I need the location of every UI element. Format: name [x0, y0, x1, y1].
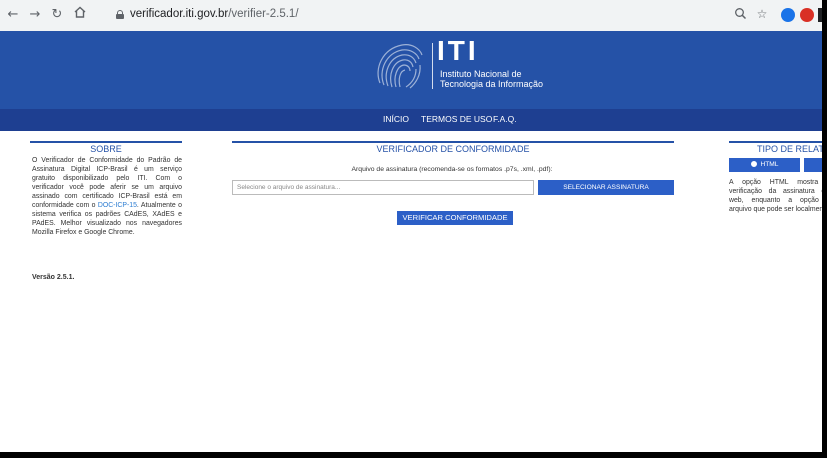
bookmark-star-icon[interactable]: ☆ — [755, 7, 769, 21]
extension-icon[interactable] — [818, 8, 822, 22]
report-description: A opção HTML mostra o verificação da ass… — [729, 179, 822, 213]
radio-dot-icon — [750, 161, 757, 168]
menu-item-faq[interactable]: F.A.Q. — [493, 114, 517, 124]
forward-icon[interactable]: → — [26, 6, 44, 24]
reload-icon[interactable]: ↻ — [48, 6, 66, 24]
browser-window: ← → ↻ verificador.iti.gov.br/verifier-2.… — [0, 0, 822, 452]
browser-toolbar: ← → ↻ verificador.iti.gov.br/verifier-2.… — [0, 0, 822, 32]
menu-item-termos-de-uso[interactable]: TERMOS DE USO — [421, 114, 492, 124]
about-text: O Verificador de Conformidade do Padrão … — [32, 157, 182, 236]
report-type-title: TIPO DE RELATÓ — [729, 141, 822, 153]
address-bar[interactable]: verificador.iti.gov.br/verifier-2.5.1/ — [112, 6, 812, 26]
main-menu: INÍCIO TERMOS DE USO F.A.Q. — [0, 109, 822, 131]
select-signature-button[interactable]: SELECIONAR ASSINATURA — [538, 180, 674, 195]
version-text: Versão 2.5.1. — [32, 274, 75, 281]
doc-icp-15-link[interactable]: DOC-ICP-15 — [98, 202, 137, 209]
lock-icon — [116, 10, 124, 19]
logo-divider — [432, 43, 433, 89]
verify-conformity-button[interactable]: VERIFICAR CONFORMIDADE — [397, 211, 513, 225]
back-icon[interactable]: ← — [4, 6, 22, 24]
home-icon[interactable] — [71, 5, 89, 23]
url-text: verificador.iti.gov.br/verifier-2.5.1/ — [130, 8, 299, 20]
logo-iti-text: ITI — [437, 35, 479, 66]
zoom-icon[interactable] — [733, 7, 747, 21]
signature-file-input[interactable]: Selecione o arquivo de assinatura... — [232, 180, 534, 195]
extension-globe-icon[interactable] — [781, 8, 795, 22]
menu-item-inicio[interactable]: INÍCIO — [383, 114, 409, 124]
verifier-title: VERIFICADOR DE CONFORMIDADE — [232, 141, 674, 155]
file-label: Arquivo de assinatura (recomenda-se os f… — [351, 166, 553, 173]
report-option-other[interactable] — [804, 158, 822, 172]
logo-subtitle: Instituto Nacional de Tecnologia da Info… — [440, 69, 544, 89]
fingerprint-logo-icon — [377, 44, 423, 89]
adblock-icon[interactable] — [800, 8, 814, 22]
site-header: ITI Instituto Nacional de Tecnologia da … — [0, 31, 822, 109]
report-option-html[interactable]: HTML — [729, 158, 800, 172]
about-title: SOBRE — [30, 141, 182, 155]
